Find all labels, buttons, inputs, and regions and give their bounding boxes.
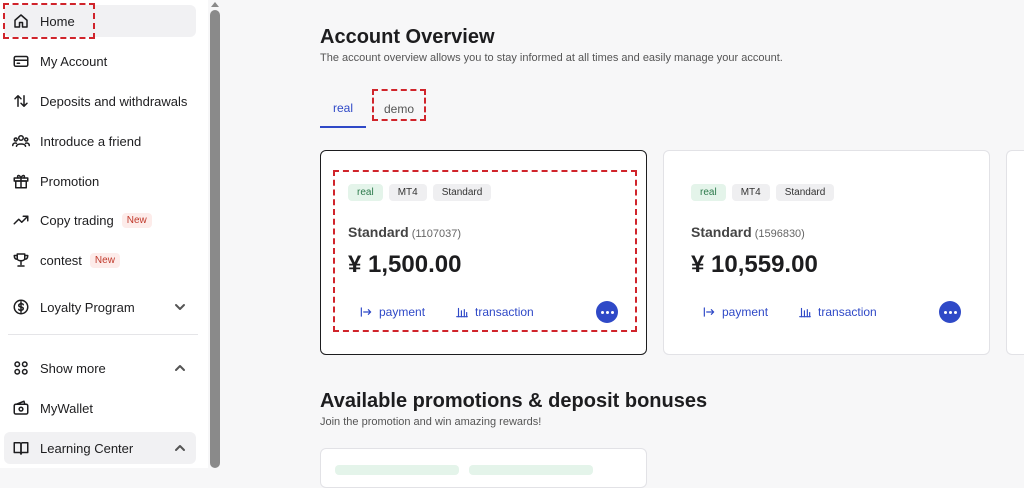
grid-icon — [10, 357, 32, 379]
payment-label: payment — [722, 305, 769, 319]
trophy-icon — [10, 249, 32, 271]
sidebar-item-mywallet[interactable]: MyWallet — [4, 392, 196, 424]
tag-platform: MT4 — [731, 184, 770, 201]
transaction-label: transaction — [818, 305, 877, 319]
payment-button[interactable]: payment — [702, 305, 768, 319]
account-balance: ¥ 10,559.00 — [691, 251, 818, 278]
account-card[interactable]: real MT4 Standard Standard (1596830) ¥ 10… — [663, 150, 990, 355]
chevron-up-icon[interactable] — [172, 440, 188, 456]
more-options-icon[interactable] — [939, 301, 961, 323]
book-icon — [10, 437, 32, 459]
sidebar-item-my-account[interactable]: My Account — [4, 45, 196, 77]
bar-chart-icon — [799, 307, 811, 318]
sidebar-item-label: Introduce a friend — [40, 133, 142, 149]
promotions-subtitle: Join the promotion and win amazing rewar… — [320, 416, 542, 428]
sidebar-item-show-more[interactable]: Show more — [4, 352, 196, 384]
account-card-partial[interactable] — [1006, 150, 1024, 355]
promotion-tag — [335, 465, 459, 475]
new-badge: New — [121, 212, 152, 228]
sidebar-item-label: My Account — [40, 53, 108, 69]
chevron-down-icon[interactable] — [172, 299, 188, 315]
transfer-arrows-icon — [10, 90, 32, 112]
promotions-title: Available promotions & deposit bonuses — [320, 390, 708, 412]
highlight-box — [372, 89, 426, 121]
new-badge: New — [89, 252, 120, 268]
sidebar-divider — [8, 334, 198, 335]
wallet-icon — [10, 397, 32, 419]
account-name: Standard (1596830) — [691, 224, 805, 240]
account-tags: real MT4 Standard — [691, 184, 835, 201]
people-icon — [10, 130, 32, 152]
account-card-icon — [10, 50, 32, 72]
sidebar-item-label: Deposits and withdrawals — [40, 93, 188, 109]
sidebar-item-contest[interactable]: contest New — [4, 244, 196, 276]
sidebar-item-label: Show more — [40, 360, 106, 376]
account-type-label: Standard — [691, 224, 752, 240]
sidebar-item-copy-trading[interactable]: Copy trading New — [4, 204, 196, 236]
page-title: Account Overview — [320, 26, 495, 48]
scrollbar-thumb[interactable] — [210, 10, 220, 468]
sidebar-item-promotion[interactable]: Promotion — [4, 165, 196, 197]
highlight-box — [3, 3, 95, 39]
dollar-coin-icon — [10, 296, 32, 318]
chevron-up-icon[interactable] — [172, 360, 188, 376]
scroll-up-arrow-icon[interactable] — [210, 0, 220, 8]
promotion-card[interactable] — [320, 448, 647, 488]
sidebar: Home My Account Deposits and withdrawals… — [0, 0, 208, 468]
promotion-tag — [469, 465, 593, 475]
transaction-button[interactable]: transaction — [798, 305, 877, 319]
sidebar-item-label: Loyalty Program — [40, 299, 135, 315]
page-subtitle: The account overview allows you to stay … — [320, 52, 783, 64]
main-content: Account Overview The account overview al… — [226, 0, 1024, 488]
payment-arrow-icon — [703, 307, 715, 317]
gift-icon — [10, 170, 32, 192]
sidebar-item-label: contest — [40, 252, 82, 268]
highlight-box — [333, 170, 637, 332]
tag-type: Standard — [775, 184, 835, 201]
tag-real: real — [691, 184, 726, 201]
sidebar-item-label: Promotion — [40, 173, 100, 189]
sidebar-item-introduce-friend[interactable]: Introduce a friend — [4, 125, 196, 157]
account-card[interactable]: real MT4 Standard Standard (1107037) ¥ 1,… — [320, 150, 647, 355]
sidebar-item-label: Learning Center — [40, 440, 134, 456]
sidebar-item-label: MyWallet — [40, 400, 93, 416]
account-number: (1596830) — [754, 228, 805, 240]
sidebar-item-loyalty-program[interactable]: Loyalty Program — [4, 291, 196, 323]
sidebar-item-learning-center[interactable]: Learning Center — [4, 432, 196, 464]
sidebar-item-deposits[interactable]: Deposits and withdrawals — [4, 85, 196, 117]
sidebar-item-label: Copy trading — [40, 212, 114, 228]
account-actions: payment transaction — [702, 305, 877, 319]
tab-real[interactable]: real — [320, 90, 366, 128]
trend-up-icon — [10, 209, 32, 231]
